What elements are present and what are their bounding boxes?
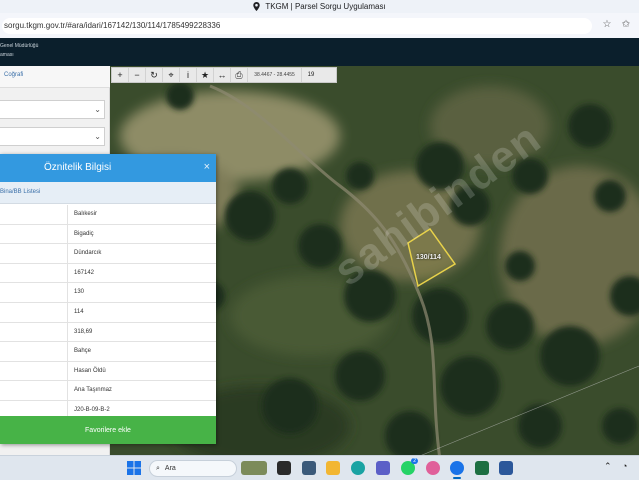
close-icon[interactable]: × (204, 161, 210, 173)
zoom-out-icon[interactable]: − (129, 68, 146, 82)
favorite-star-icon[interactable]: ★ (197, 68, 214, 82)
dialog-title: Öznitelik Bilgisi (44, 162, 112, 173)
teams-icon[interactable] (376, 461, 390, 475)
coordinate-readout: 38.4467 - 28.4455 (248, 68, 302, 82)
map-toolbar: + − ↻ ⌖ i ★ ↔ ⎙ 38.4467 - 28.4455 19 (111, 67, 337, 83)
table-row: 318,69 (0, 322, 216, 343)
measure-icon[interactable]: ↔ (214, 68, 231, 82)
attribute-value: 318,69 (74, 328, 93, 335)
word-icon[interactable] (499, 461, 513, 475)
excel-icon[interactable] (475, 461, 489, 475)
edge-icon[interactable] (351, 461, 365, 475)
table-row: Dündarcık (0, 244, 216, 264)
browser-title-bar: TKGM | Parsel Sorgu Uygulaması (0, 0, 639, 13)
org-name-line2: aması (0, 52, 14, 58)
attribute-value: Bahçe (74, 348, 92, 355)
bookmark-star-icon[interactable]: ✩ (620, 19, 632, 31)
photos-icon[interactable] (426, 461, 440, 475)
attribute-value: Bigadiç (74, 230, 94, 237)
dialog-header: Öznitelik Bilgisi × (0, 154, 216, 182)
attribute-value: Ana Taşınmaz (74, 387, 112, 394)
table-row: 167142 (0, 263, 216, 284)
attribute-value: Balıkesir (74, 211, 98, 217)
search-icon: ⌕ (156, 464, 160, 472)
attribute-value: J20-B-09-B-2 (74, 406, 110, 413)
address-bar: sorgu.tkgm.gov.tr/#ara/idari/167142/130/… (0, 13, 639, 38)
table-row: 130 (0, 283, 216, 303)
wifi-icon[interactable]: ◔ (622, 461, 627, 471)
crosshair-icon[interactable]: ⌖ (163, 68, 180, 82)
zoom-level: 19 (307, 72, 315, 78)
browser-title: TKGM | Parsel Sorgu Uygulaması (265, 2, 386, 11)
file-explorer-icon[interactable] (326, 461, 340, 475)
notification-badge: 2 (411, 458, 418, 464)
table-row: 114 (0, 302, 216, 323)
search-tabs: Coğrafi (0, 66, 110, 88)
attribute-value: 130 (74, 289, 85, 296)
chrome-icon[interactable] (450, 461, 464, 475)
org-name-line1: Genel Müdürlüğü (0, 43, 39, 49)
active-app-indicator (453, 477, 461, 479)
attribute-value: 167142 (74, 269, 95, 276)
taskbar-search-input[interactable]: ⌕ Ara (149, 460, 237, 477)
chevron-down-icon: ⌄ (94, 105, 101, 114)
chevron-up-icon[interactable]: ⌃ (604, 461, 612, 472)
table-row: Ana Taşınmaz (0, 381, 216, 401)
app-header: Genel Müdürlüğü aması (0, 38, 639, 66)
whatsapp-icon[interactable]: 2 (401, 458, 418, 475)
attribute-value: Hasan Öldü (74, 367, 106, 374)
district-select[interactable]: ⌄ (0, 127, 105, 146)
refresh-icon[interactable]: ↻ (146, 68, 163, 82)
store-icon[interactable] (302, 461, 316, 475)
windows-start-icon[interactable] (127, 461, 141, 475)
print-icon[interactable]: ⎙ (231, 68, 248, 82)
add-favorite-button[interactable]: Favorilere ekle (0, 416, 216, 444)
chevron-down-icon: ⌄ (94, 132, 101, 141)
search-placeholder: Ara (164, 465, 176, 472)
attribute-table: Balıkesir Bigadiç Dündarcık 167142 130 1… (0, 205, 216, 421)
url-field[interactable]: sorgu.tkgm.gov.tr/#ara/idari/167142/130/… (2, 17, 592, 34)
location-pin-icon (253, 2, 261, 11)
taskbar: ⌕ Ara 2 ⌃ ◔ (0, 455, 639, 480)
widgets-icon[interactable] (241, 461, 267, 475)
parcel-label: 130/114 (416, 254, 441, 261)
zoom-in-icon[interactable]: + (112, 68, 129, 82)
attribute-value: Dündarcık (74, 250, 102, 257)
building-list-link[interactable]: Bina/BB Listesi (0, 189, 40, 195)
attribute-dialog: Öznitelik Bilgisi × Bina/BB Listesi Balı… (0, 154, 216, 444)
table-row: Bahçe (0, 342, 216, 362)
attribute-value: 114 (74, 308, 84, 315)
tab-cografi[interactable]: Coğrafi (4, 72, 23, 78)
info-icon[interactable]: i (180, 68, 197, 82)
translate-icon[interactable]: ☆ (601, 19, 613, 31)
table-row: Hasan Öldü (0, 361, 216, 382)
table-row: Bigadiç (0, 224, 216, 245)
table-row: Balıkesir (0, 205, 216, 225)
task-view-icon[interactable] (277, 461, 291, 475)
province-select[interactable]: ⌄ (0, 100, 105, 119)
dialog-subbar: Bina/BB Listesi (0, 182, 216, 204)
